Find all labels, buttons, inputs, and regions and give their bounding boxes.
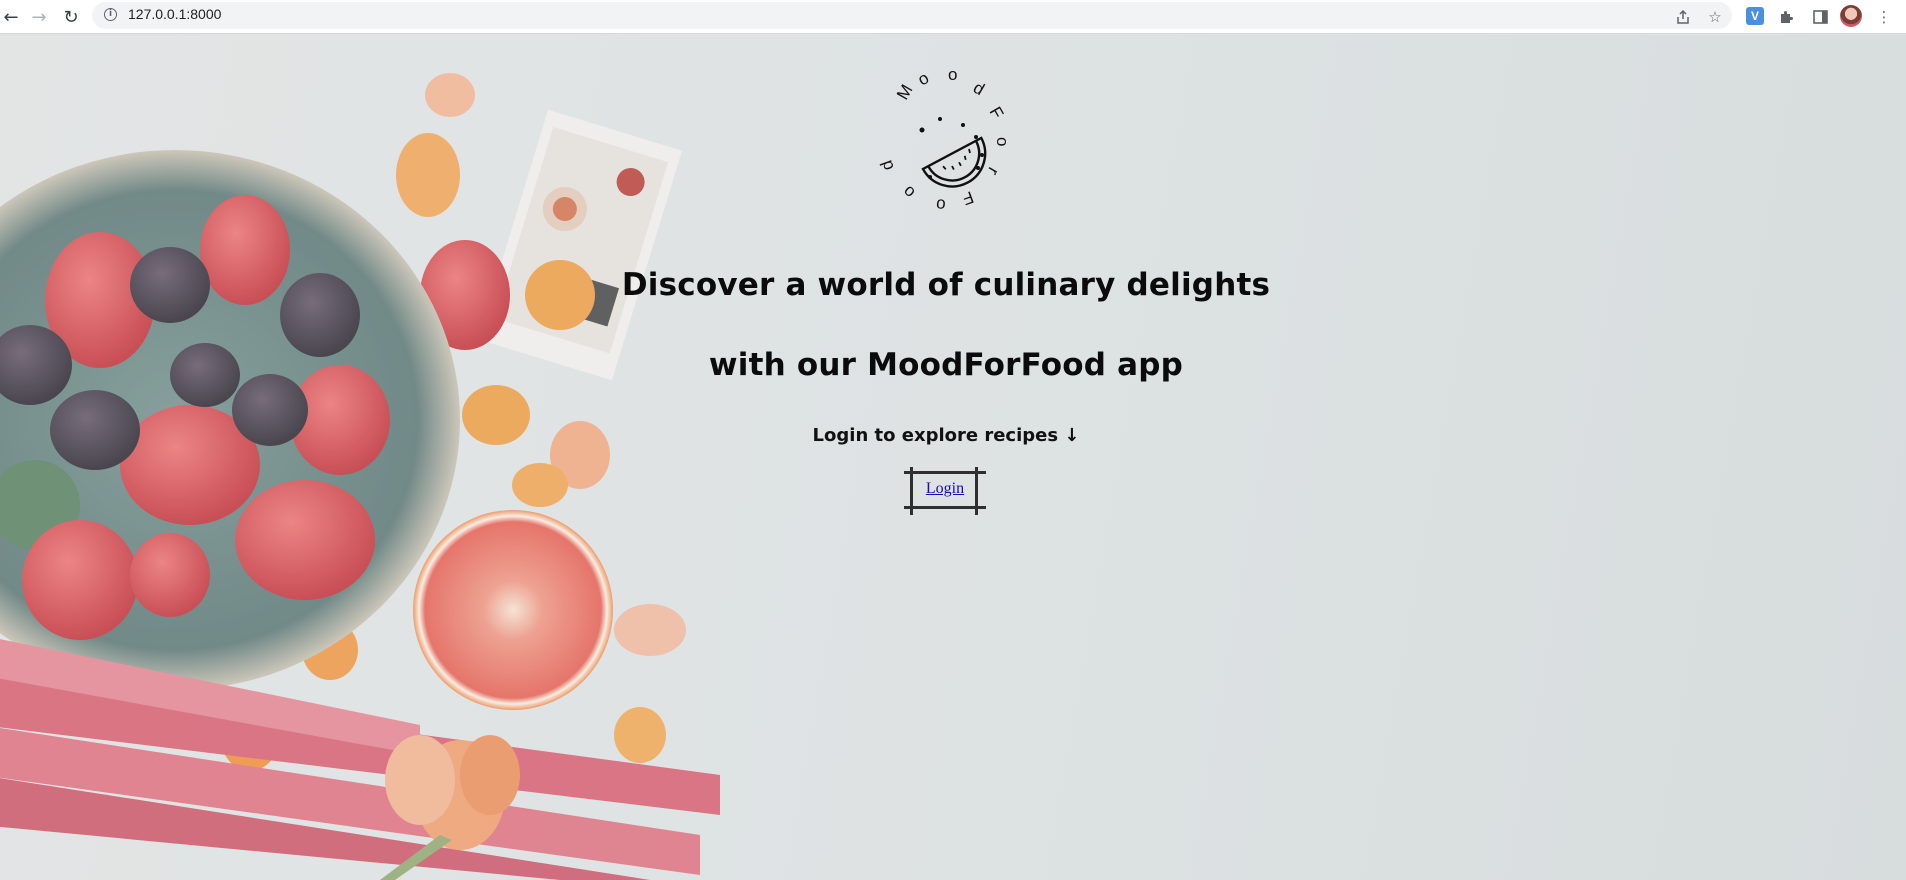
moodforfood-logo: M o o d F o r F o o d bbox=[877, 65, 1012, 215]
frame-tick bbox=[904, 471, 986, 474]
svg-text:d: d bbox=[877, 158, 898, 173]
back-arrow-icon[interactable]: ← bbox=[0, 6, 22, 28]
svg-text:o: o bbox=[899, 182, 918, 203]
landing-page: M o o d F o r F o o d Discover a world o… bbox=[0, 35, 1906, 880]
svg-text:F: F bbox=[960, 187, 976, 208]
browser-toolbar: ← → ↻ i 127.0.0.1:8000 ☆ V ⋮ bbox=[0, 0, 1906, 34]
svg-text:o: o bbox=[948, 65, 957, 84]
svg-text:o: o bbox=[993, 137, 1012, 146]
fruit-bowl-background-image bbox=[0, 73, 720, 880]
login-link[interactable]: Login bbox=[904, 480, 986, 498]
address-bar[interactable]: i 127.0.0.1:8000 bbox=[92, 2, 1732, 29]
menu-dots-icon[interactable]: ⋮ bbox=[1872, 5, 1896, 29]
address-url[interactable]: 127.0.0.1:8000 bbox=[128, 6, 221, 22]
login-frame: Login bbox=[904, 467, 986, 515]
reload-icon[interactable]: ↻ bbox=[60, 6, 82, 28]
svg-text:r: r bbox=[984, 164, 1003, 179]
bookmark-star-icon[interactable]: ☆ bbox=[1703, 5, 1727, 29]
profile-avatar[interactable] bbox=[1840, 5, 1862, 27]
svg-text:o: o bbox=[935, 195, 946, 215]
svg-text:o: o bbox=[915, 68, 933, 89]
extension-v-icon[interactable]: V bbox=[1746, 7, 1764, 25]
site-info-icon[interactable]: i bbox=[104, 8, 117, 21]
side-panel-icon[interactable] bbox=[1808, 5, 1832, 29]
forward-arrow-icon[interactable]: → bbox=[28, 6, 50, 28]
puzzle-extensions-icon[interactable] bbox=[1774, 5, 1798, 29]
share-icon[interactable] bbox=[1671, 5, 1695, 29]
frame-tick bbox=[904, 506, 986, 509]
svg-text:d: d bbox=[970, 78, 988, 99]
svg-text:M: M bbox=[893, 81, 917, 103]
svg-text:F: F bbox=[986, 104, 1008, 122]
